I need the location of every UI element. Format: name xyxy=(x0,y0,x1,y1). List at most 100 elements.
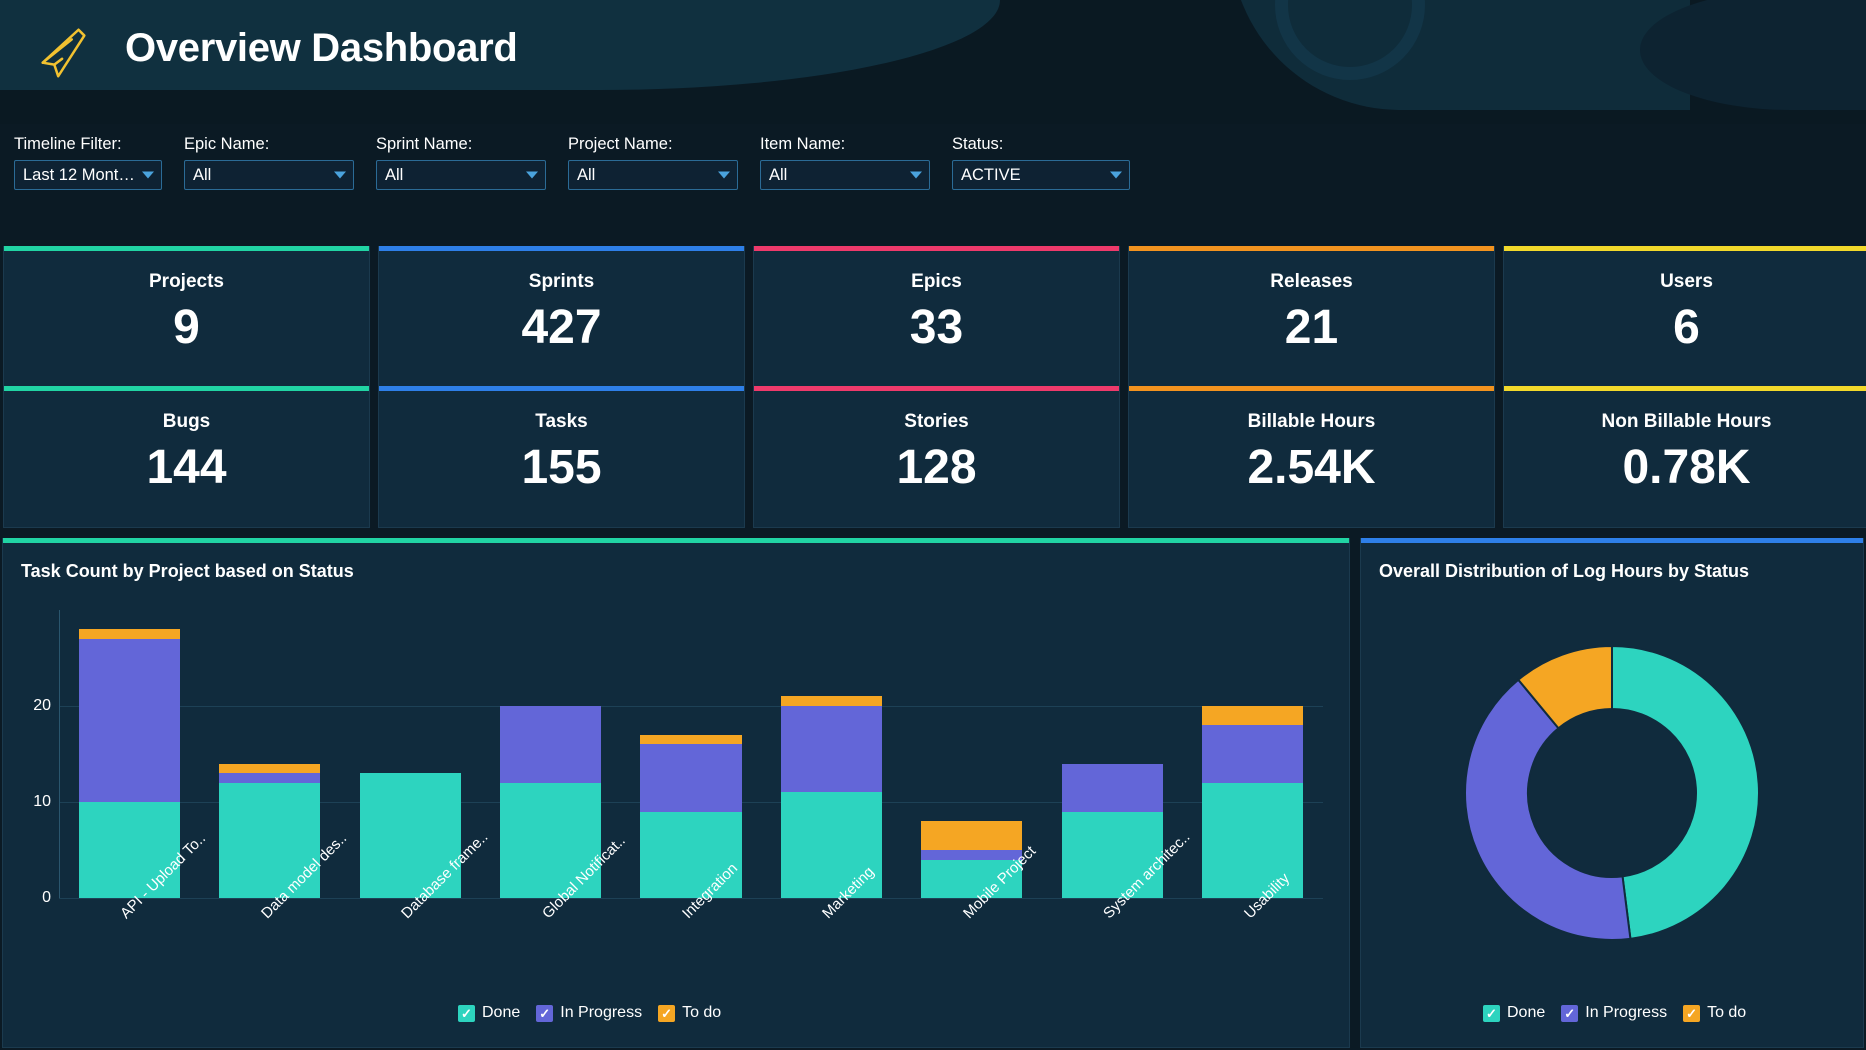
filter-1: Epic Name: All xyxy=(184,135,354,190)
bar-segment[interactable] xyxy=(79,639,180,802)
kpi-card[interactable]: Epics33 xyxy=(753,246,1120,388)
legend-item[interactable]: ✓In Progress xyxy=(536,1004,642,1022)
bar-segment[interactable] xyxy=(781,706,882,792)
bar-stack[interactable] xyxy=(79,610,180,898)
legend-item[interactable]: ✓ To do xyxy=(658,1004,721,1022)
legend-label: To do xyxy=(1707,1004,1746,1022)
bar-stack[interactable] xyxy=(781,610,882,898)
kpi-card[interactable]: Stories128 xyxy=(753,386,1120,528)
kpi-value: 144 xyxy=(146,443,226,493)
filter-label: Epic Name: xyxy=(184,135,354,154)
filter-select[interactable]: ACTIVE xyxy=(952,160,1130,190)
filter-label: Timeline Filter: xyxy=(14,135,162,154)
filter-value: ACTIVE xyxy=(961,166,1021,185)
kpi-card[interactable]: Projects9 xyxy=(3,246,370,388)
kpi-accent-bar xyxy=(754,246,1119,251)
page-title: Overview Dashboard xyxy=(125,26,518,71)
bar-segment[interactable] xyxy=(219,764,320,774)
filter-label: Project Name: xyxy=(568,135,738,154)
filter-select[interactable]: All xyxy=(376,160,546,190)
kpi-card[interactable]: Releases21 xyxy=(1128,246,1495,388)
y-axis-tick-label: 10 xyxy=(9,793,51,811)
filter-2: Sprint Name: All xyxy=(376,135,546,190)
bar-segment[interactable] xyxy=(500,706,601,783)
legend-checkbox-icon[interactable]: ✓ xyxy=(1483,1005,1500,1022)
filter-select[interactable]: Last 12 Month(s) xyxy=(14,160,162,190)
bar-stack[interactable] xyxy=(1202,610,1303,898)
filter-select[interactable]: All xyxy=(568,160,738,190)
y-axis-tick-label: 0 xyxy=(9,889,51,907)
donut-slice[interactable] xyxy=(1612,646,1759,939)
kpi-value: 6 xyxy=(1673,303,1700,353)
bar-stack[interactable] xyxy=(921,610,1022,898)
bar-stack[interactable] xyxy=(500,610,601,898)
kpi-title: Tasks xyxy=(535,411,587,433)
donut-slice[interactable] xyxy=(1465,680,1630,940)
kpi-title: Non Billable Hours xyxy=(1602,411,1772,433)
y-axis-tick-label: 20 xyxy=(9,697,51,715)
bar-segment[interactable] xyxy=(1202,725,1303,783)
filter-value: Last 12 Month(s) xyxy=(23,166,139,185)
legend-checkbox-icon[interactable]: ✓ xyxy=(1561,1005,1578,1022)
bar-segment[interactable] xyxy=(219,773,320,783)
filter-0: Timeline Filter: Last 12 Month(s) xyxy=(14,135,162,190)
bar-stack[interactable] xyxy=(1062,610,1163,898)
donut-chart-plot xyxy=(1453,634,1771,957)
bar-segment[interactable] xyxy=(1062,764,1163,812)
bar-segment[interactable] xyxy=(640,744,741,811)
y-axis-line xyxy=(59,610,60,898)
kpi-accent-bar xyxy=(4,386,369,391)
page-header: Overview Dashboard xyxy=(0,0,1866,124)
filter-3: Project Name: All xyxy=(568,135,738,190)
bar-segment[interactable] xyxy=(79,629,180,639)
kpi-card[interactable]: Sprints427 xyxy=(378,246,745,388)
kpi-title: Bugs xyxy=(163,411,211,433)
donut-svg xyxy=(1453,634,1771,952)
kpi-value: 9 xyxy=(173,303,200,353)
legend-item[interactable]: ✓Done xyxy=(1483,1004,1545,1022)
kpi-accent-bar xyxy=(1504,386,1866,391)
bar-segment[interactable] xyxy=(921,850,1022,860)
filter-label: Sprint Name: xyxy=(376,135,546,154)
kpi-accent-bar xyxy=(379,386,744,391)
filter-value: All xyxy=(193,166,211,185)
legend-label: To do xyxy=(682,1004,721,1022)
filter-select[interactable]: All xyxy=(760,160,930,190)
kpi-card[interactable]: Users6 xyxy=(1503,246,1866,388)
legend-checkbox-icon[interactable]: ✓ xyxy=(458,1005,475,1022)
bar-segment[interactable] xyxy=(781,696,882,706)
bar-segment[interactable] xyxy=(640,735,741,745)
kpi-value: 33 xyxy=(910,303,963,353)
legend-item[interactable]: ✓Done xyxy=(458,1004,520,1022)
legend-checkbox-icon[interactable]: ✓ xyxy=(658,1005,675,1022)
legend-checkbox-icon[interactable]: ✓ xyxy=(1683,1005,1700,1022)
filter-5: Status:ACTIVE xyxy=(952,135,1130,190)
legend-label: In Progress xyxy=(1585,1004,1667,1022)
kpi-accent-bar xyxy=(1129,246,1494,251)
bar-chart-legend: ✓Done✓In Progress✓To do xyxy=(458,1004,721,1022)
legend-item[interactable]: ✓ To do xyxy=(1683,1004,1746,1022)
bar-stack[interactable] xyxy=(219,610,320,898)
kpi-card[interactable]: Billable Hours2.54K xyxy=(1128,386,1495,528)
bar-segment[interactable] xyxy=(1202,706,1303,725)
kpi-accent-bar xyxy=(379,246,744,251)
kpi-value: 0.78K xyxy=(1622,443,1750,493)
kpi-accent-bar xyxy=(4,246,369,251)
chevron-down-icon xyxy=(910,172,922,179)
kpi-card[interactable]: Non Billable Hours 0.78K xyxy=(1503,386,1866,528)
filter-value: All xyxy=(577,166,595,185)
legend-checkbox-icon[interactable]: ✓ xyxy=(536,1005,553,1022)
filter-select[interactable]: All xyxy=(184,160,354,190)
bar-stack[interactable] xyxy=(360,610,461,898)
legend-item[interactable]: ✓ In Progress xyxy=(1561,1004,1667,1022)
kpi-card[interactable]: Bugs 144 xyxy=(3,386,370,528)
filter-4: Item Name:All xyxy=(760,135,930,190)
chevron-down-icon xyxy=(526,172,538,179)
kpi-title: Releases xyxy=(1270,271,1352,293)
bar-stack[interactable] xyxy=(640,610,741,898)
kpi-card[interactable]: Tasks155 xyxy=(378,386,745,528)
panel-accent-donut xyxy=(1361,538,1863,543)
log-hours-panel: Overall Distribution of Log Hours by Sta… xyxy=(1360,538,1864,1048)
kpi-row-top: Projects9Sprints427Epics33Releases21User… xyxy=(0,246,1866,388)
bar-segment[interactable] xyxy=(921,821,1022,850)
